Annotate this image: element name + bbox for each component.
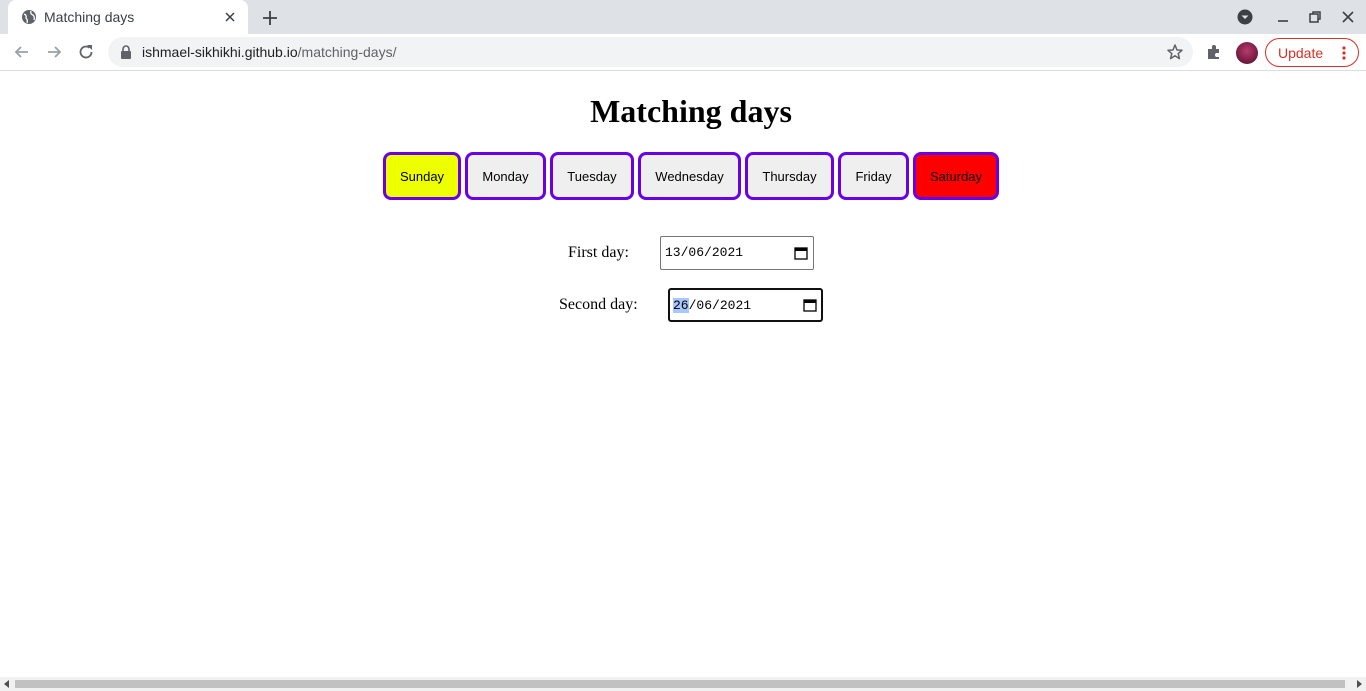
day-button-sunday[interactable]: Sunday [383, 152, 461, 200]
first-day-label: First day: [568, 244, 629, 261]
bookmark-star-icon[interactable] [1166, 43, 1184, 61]
url-host: ishmael-sikhikhi.github.io [142, 44, 298, 60]
second-day-date-input[interactable]: 26/06/2021 [668, 288, 823, 322]
minimize-icon[interactable] [1274, 8, 1292, 26]
second-day-value: 26/06/2021 [673, 298, 752, 313]
day-button-thursday[interactable]: Thursday [745, 152, 834, 200]
day-button-tuesday[interactable]: Tuesday [550, 152, 634, 200]
scrollbar-thumb[interactable] [15, 680, 1345, 688]
calendar-icon[interactable] [803, 298, 817, 312]
day-button-friday[interactable]: Friday [838, 152, 909, 200]
extensions-puzzle-icon[interactable] [1205, 43, 1223, 61]
horizontal-scrollbar[interactable] [0, 677, 1366, 691]
new-tab-icon[interactable] [260, 8, 280, 28]
page-title: Matching days [590, 93, 792, 129]
second-day-label: Second day: [559, 296, 638, 313]
address-bar[interactable]: ishmael-sikhikhi.github.io/matching-days… [108, 37, 1193, 67]
url-path: /matching-days/ [297, 44, 397, 60]
day-button-wednesday[interactable]: Wednesday [638, 152, 741, 200]
browser-toolbar: ishmael-sikhikhi.github.io/matching-days… [0, 34, 1366, 71]
scroll-right-icon[interactable] [1354, 679, 1364, 689]
day-button-saturday[interactable]: Saturday [913, 152, 999, 200]
update-button[interactable]: Update [1265, 38, 1359, 67]
reload-icon[interactable] [76, 42, 96, 62]
close-tab-icon[interactable] [222, 9, 238, 25]
close-window-icon[interactable] [1339, 8, 1357, 26]
back-icon[interactable] [12, 42, 32, 62]
tab-search-icon[interactable] [1236, 8, 1254, 26]
restore-icon[interactable] [1306, 8, 1324, 26]
profile-avatar[interactable] [1236, 42, 1258, 64]
update-label: Update [1278, 45, 1324, 61]
browser-tab[interactable]: Matching days [8, 0, 248, 34]
first-day-value: 13/06/2021 [665, 245, 744, 260]
tab-strip: Matching days [0, 0, 1366, 34]
globe-icon [22, 10, 36, 24]
first-day-date-input[interactable]: 13/06/2021 [660, 236, 814, 270]
day-button-monday[interactable]: Monday [465, 152, 546, 200]
more-vert-icon [1342, 46, 1346, 60]
calendar-icon[interactable] [794, 246, 808, 260]
tab-title: Matching days [44, 9, 135, 25]
scroll-left-icon[interactable] [2, 679, 12, 689]
lock-icon [121, 45, 131, 59]
url-text: ishmael-sikhikhi.github.io/matching-days… [142, 44, 396, 60]
forward-icon[interactable] [44, 42, 64, 62]
